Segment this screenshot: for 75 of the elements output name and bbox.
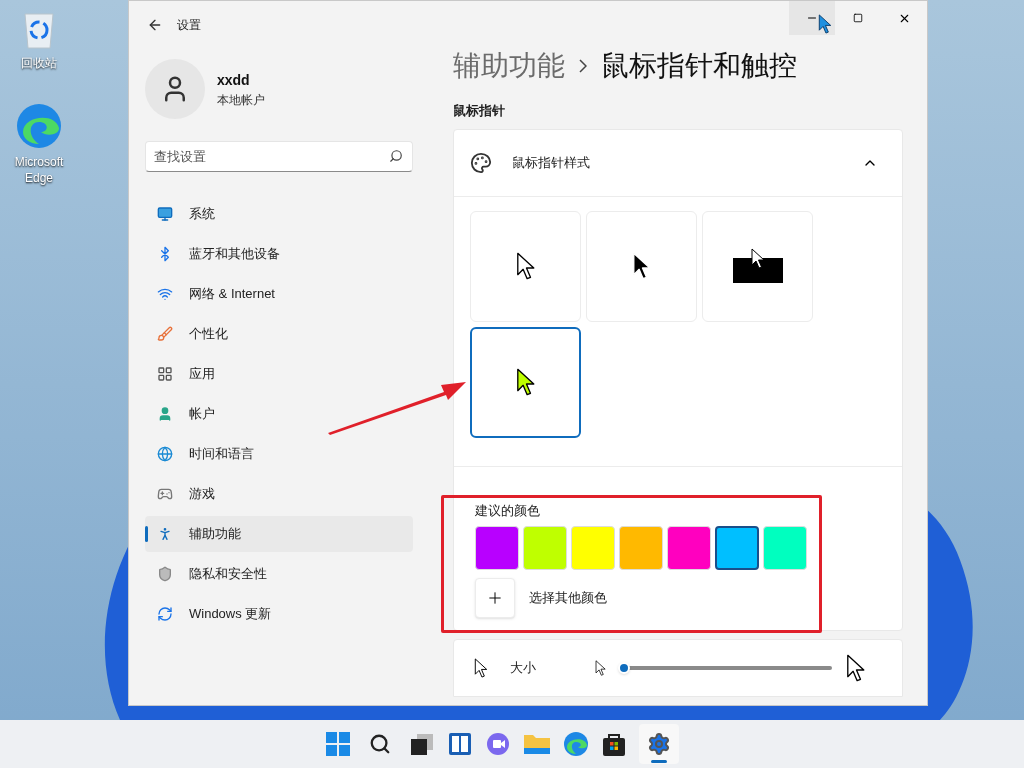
size-label: 大小 [510,659,537,678]
suggested-colors-label: 建议的颜色 [475,501,541,520]
search-icon[interactable] [369,733,391,755]
page-title: 鼠标指针和触控 [601,49,797,83]
selection-indicator [145,526,148,542]
nav-item[interactable]: 辅助功能 [145,516,413,552]
refresh-icon [157,606,173,622]
pointer-style-header[interactable]: 鼠标指针样式 [454,129,902,197]
user-name: xxdd [217,70,251,90]
plus-icon [486,589,504,607]
nav-item[interactable]: 蓝牙和其他设备 [145,236,413,272]
nav-label: 系统 [189,205,215,224]
widgets-icon[interactable] [447,731,473,757]
start-icon[interactable] [325,731,351,757]
store-icon[interactable] [601,731,627,757]
chevron-right-icon [579,59,587,73]
back-icon[interactable] [147,17,163,33]
nav-item[interactable]: 隐私和安全性 [145,556,413,592]
custom-pointer-icon [515,368,536,396]
active-indicator [651,760,667,763]
nav-label: 个性化 [189,325,228,344]
chat-icon[interactable] [485,731,511,757]
monitor-icon [157,206,173,222]
recycle-bin-icon[interactable] [21,10,57,50]
account-type: 本地帐户 [217,91,265,109]
nav-item[interactable]: 网络 & Internet [145,276,413,312]
nav-item[interactable]: 系统 [145,196,413,232]
nav-label: 蓝牙和其他设备 [189,245,280,264]
accessibility-icon [157,526,173,542]
breadcrumb-parent[interactable]: 辅助功能 [453,45,565,87]
nav-label: 时间和语言 [189,445,254,464]
brush-icon [157,326,173,342]
nav-item[interactable]: 应用 [145,356,413,392]
settings-taskbar-button[interactable] [639,724,679,764]
cursor-icon [474,658,488,678]
apps-icon [157,366,173,382]
small-cursor-icon [595,660,607,676]
maximize-icon [853,13,863,23]
nav-item[interactable]: 个性化 [145,316,413,352]
size-slider[interactable] [620,661,833,675]
browser-icon[interactable] [563,731,589,757]
window-title: 设置 [177,17,201,34]
palette-icon [470,151,492,174]
nav-label: 辅助功能 [189,525,241,544]
nav-label: 隐私和安全性 [189,565,267,584]
nav-label: 帐户 [189,405,215,424]
task-view-icon[interactable] [409,731,435,757]
custom-color-label[interactable]: 选择其他颜色 [529,588,607,608]
nav-item[interactable]: 帐户 [145,396,413,432]
shield-icon [157,566,173,582]
card-title: 鼠标指针样式 [512,153,591,172]
globe-icon [157,446,173,462]
nav-label: Windows 更新 [189,605,272,624]
nav-item[interactable]: 时间和语言 [145,436,413,472]
large-cursor-icon [846,654,866,682]
minimize-button[interactable] [789,1,835,35]
section-title: 鼠标指针 [453,102,506,120]
settings-icon [647,732,671,756]
inverted-cursor-icon [731,248,784,284]
nav-label: 网络 & Internet [189,285,275,304]
search-field[interactable]: 查找设置 [145,141,413,172]
browser-icon[interactable] [15,102,63,150]
nav-label: 应用 [189,365,215,384]
nav-item[interactable]: 游戏 [145,476,413,512]
add-color-button[interactable] [475,578,515,618]
nav-item[interactable]: Windows 更新 [145,596,413,632]
color-swatch[interactable] [715,526,759,570]
outlined-pointer-icon [515,252,536,280]
wifi-icon [157,286,173,302]
gamepad-icon [157,486,173,502]
nav-label: 游戏 [189,485,215,504]
person-icon [157,406,173,422]
slider-thumb[interactable] [618,662,631,674]
mouse-cursor-icon [818,14,832,34]
search-icon [389,149,403,163]
